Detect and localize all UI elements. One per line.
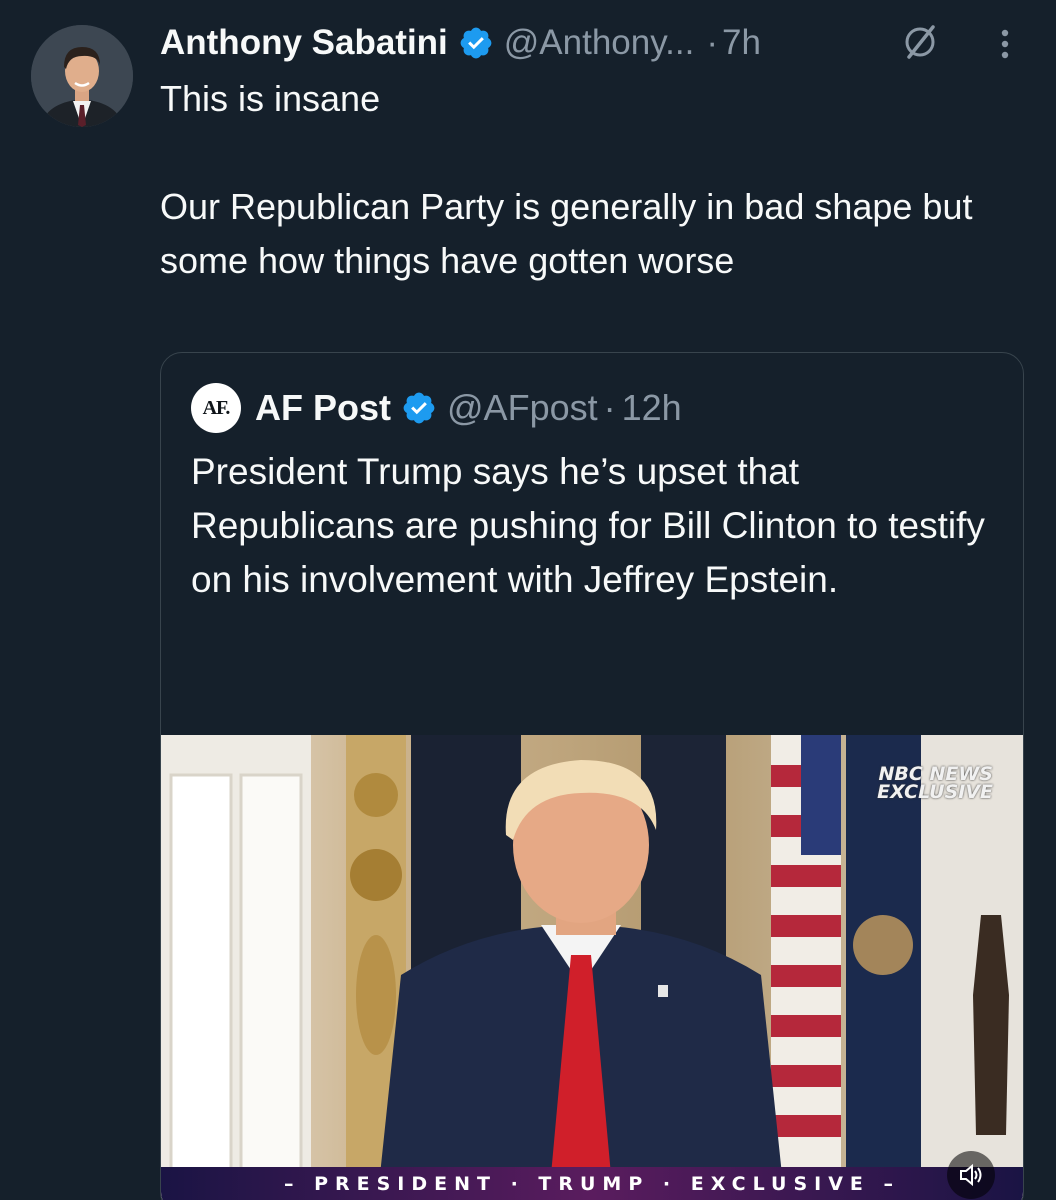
- tweet-time[interactable]: 7h: [722, 23, 761, 63]
- grok-icon[interactable]: [900, 22, 940, 62]
- avatar-image: [31, 25, 133, 127]
- quoted-author-avatar[interactable]: AF.: [191, 383, 241, 433]
- nbc-news-exclusive-badge: NBC NEWS EXCLUSIVE: [877, 765, 993, 803]
- tweet-header: Anthony Sabatini @Anthony... · 7h: [160, 18, 761, 68]
- separator-dot: ·: [603, 387, 616, 428]
- author-handle[interactable]: @Anthony...: [504, 23, 695, 63]
- quoted-tweet-time[interactable]: 12h: [622, 387, 682, 429]
- quoted-tweet-card[interactable]: AF. AF Post @AFpost · 12h President Trum…: [160, 352, 1024, 1200]
- more-options-icon[interactable]: [990, 24, 1020, 64]
- mute-toggle-button[interactable]: [947, 1151, 995, 1199]
- quoted-author-name[interactable]: AF Post: [255, 387, 391, 429]
- quoted-tweet-text: President Trump says he’s upset that Rep…: [191, 451, 985, 600]
- author-name[interactable]: Anthony Sabatini: [160, 23, 448, 63]
- tweet-text-line: Our Republican Party is generally in bad…: [160, 186, 973, 281]
- video-frame: [161, 735, 1023, 1200]
- quoted-author-handle[interactable]: @AFpost: [447, 387, 598, 429]
- verified-badge-icon: [460, 27, 492, 59]
- tweet-text: This is insane Our Republican Party is g…: [160, 72, 1020, 288]
- tweet-text-line: This is insane: [160, 78, 381, 119]
- network-line2: EXCLUSIVE: [877, 781, 993, 803]
- separator-dot: ·: [706, 23, 718, 62]
- video-lower-third-banner: – PRESIDENT · TRUMP · EXCLUSIVE –: [161, 1167, 1023, 1200]
- verified-badge-icon: [403, 392, 435, 424]
- quoted-video-media[interactable]: NBC NEWS EXCLUSIVE – PRESIDENT · TRUMP ·…: [161, 735, 1023, 1200]
- quoted-tweet-header: AF. AF Post @AFpost · 12h: [191, 383, 682, 433]
- sound-icon: [960, 1163, 982, 1187]
- author-avatar[interactable]: [31, 25, 133, 127]
